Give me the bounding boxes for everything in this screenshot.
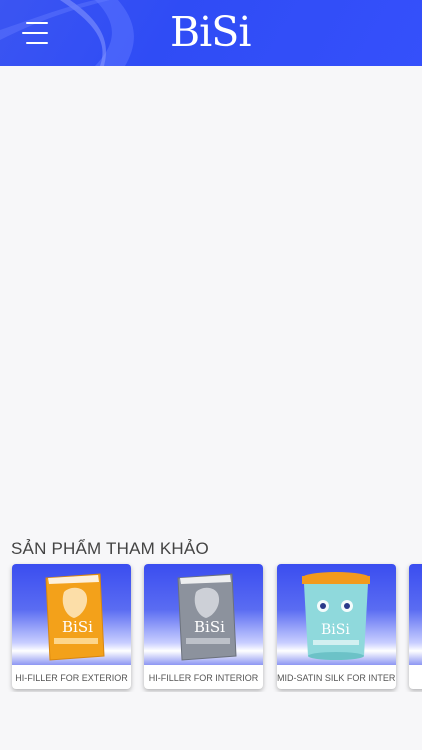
product-image: BiSi xyxy=(144,564,263,665)
product-card[interactable]: BiSi MID-SATIN SILK FOR INTERIOR xyxy=(277,564,396,689)
svg-text:BiSi: BiSi xyxy=(321,622,350,638)
svg-text:BiSi: BiSi xyxy=(62,618,93,636)
product-name xyxy=(409,668,422,688)
app-header: BiSi xyxy=(0,0,422,66)
product-image xyxy=(409,564,422,665)
paint-bag-icon: BiSi xyxy=(177,573,237,661)
product-name: HI-FILLER FOR EXTERIOR xyxy=(15,673,128,683)
svg-text:BiSi: BiSi xyxy=(194,618,225,636)
product-image: BiSi xyxy=(277,564,396,665)
hamburger-menu-icon xyxy=(26,22,48,24)
main-content-blank xyxy=(0,66,422,536)
product-card[interactable]: BiSi HI-FILLER FOR INTERIOR xyxy=(144,564,263,689)
brand-logo[interactable]: BiSi xyxy=(170,8,251,56)
section-title: SẢN PHẨM THAM KHẢO xyxy=(11,539,209,558)
product-image: BiSi xyxy=(12,564,131,665)
product-card[interactable]: BiSi HI-FILLER FOR EXTERIOR xyxy=(12,564,131,689)
product-name: MID-SATIN SILK FOR INTERIOR xyxy=(277,673,396,683)
product-name: HI-FILLER FOR INTERIOR xyxy=(148,673,259,683)
menu-button[interactable] xyxy=(22,21,48,45)
brand-logo-text: BiSi xyxy=(170,8,251,56)
paint-bucket-icon: BiSi xyxy=(302,572,370,660)
paint-bag-icon: BiSi xyxy=(45,573,105,661)
product-card[interactable] xyxy=(409,564,422,689)
product-carousel[interactable]: BiSi HI-FILLER FOR EXTERIOR BiSi HI-FILL… xyxy=(0,562,422,692)
